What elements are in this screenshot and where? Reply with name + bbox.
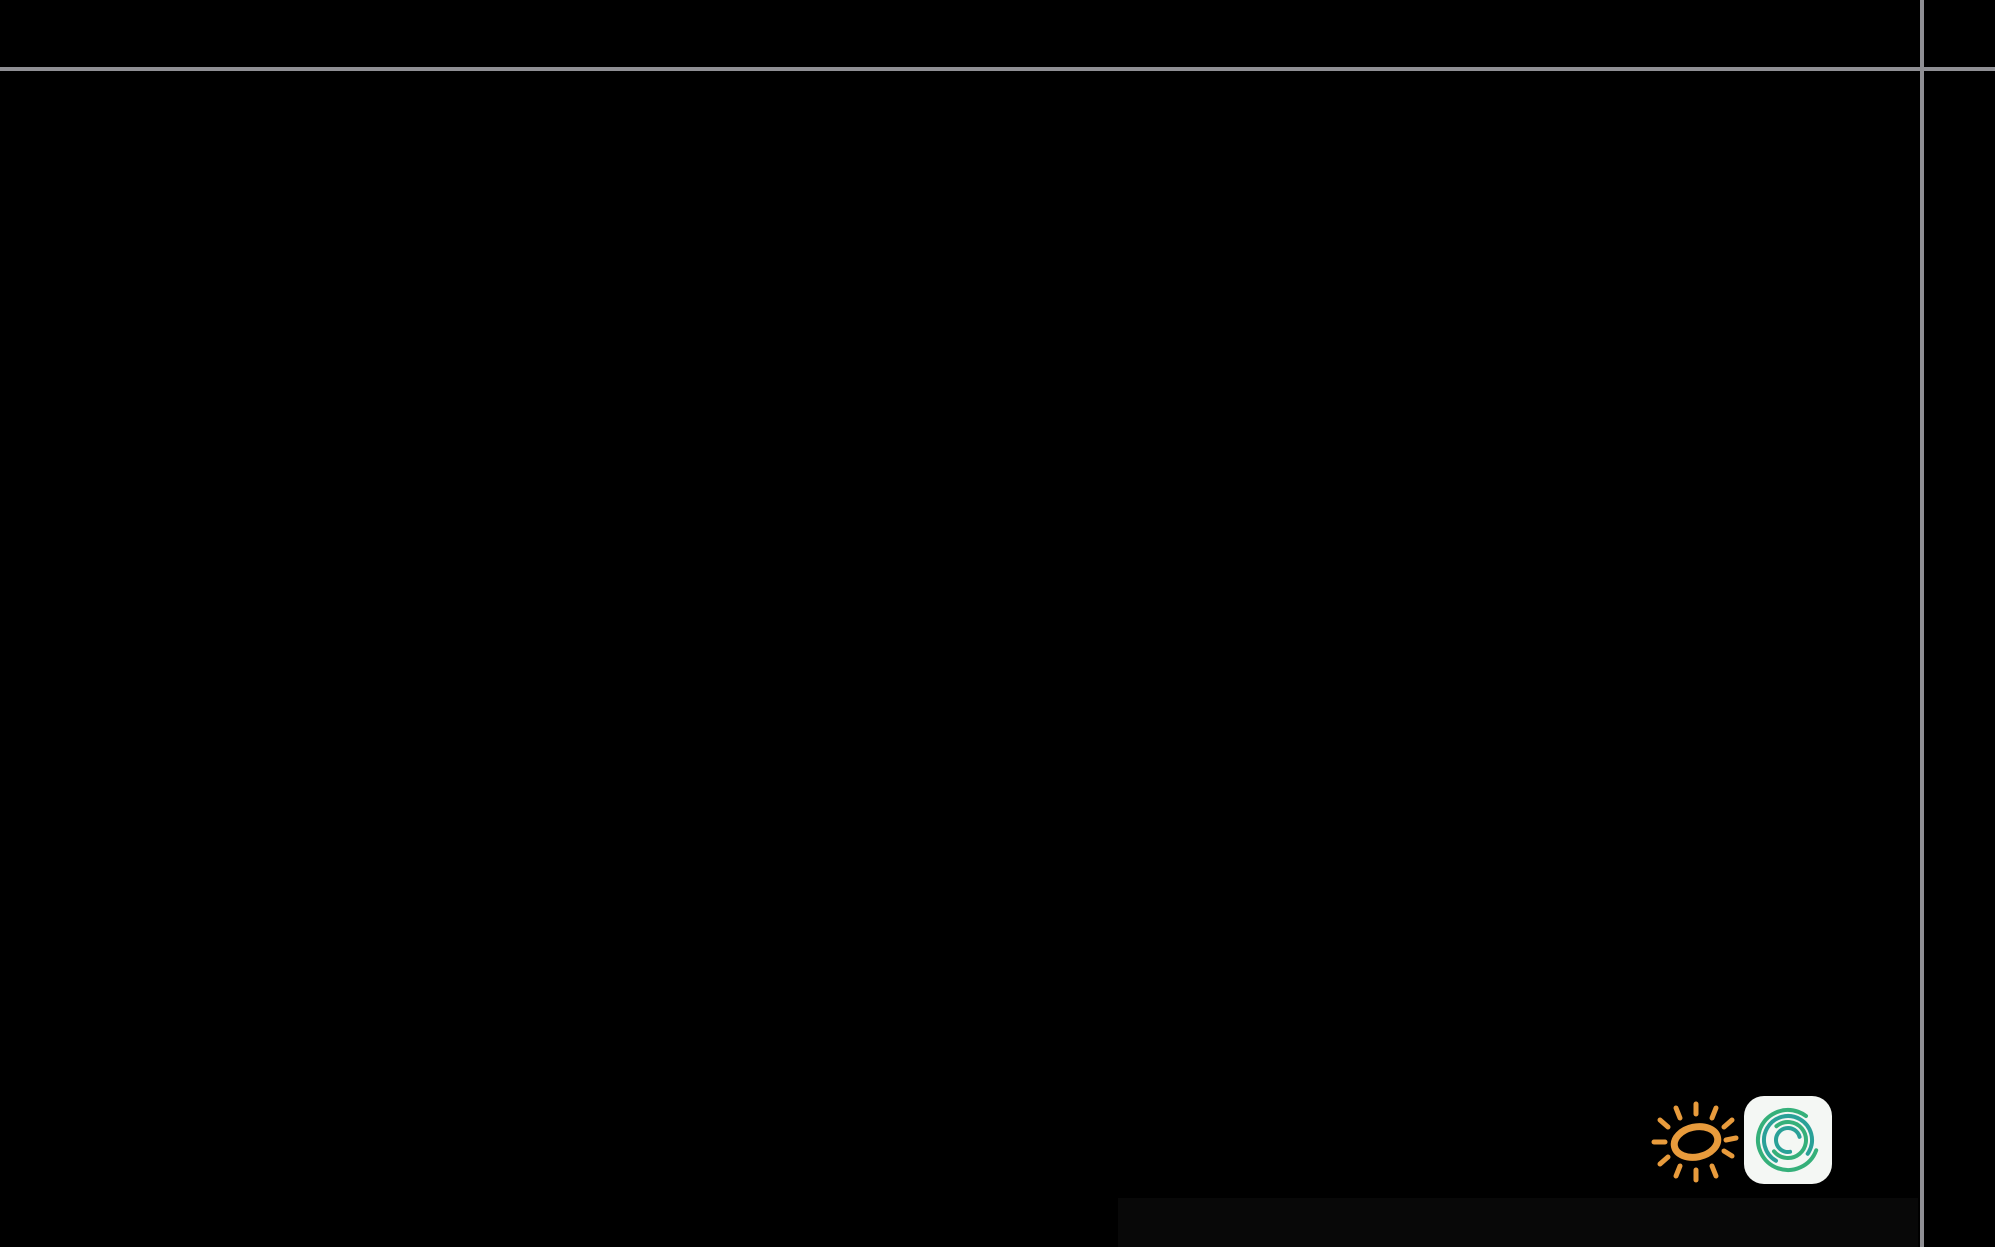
top-cross-section-strip [0, 0, 1920, 67]
radar-screen [0, 0, 1995, 1247]
right-strip-baseline [1920, 0, 1924, 1247]
right-cross-section-strip [1924, 0, 1995, 1247]
cross-section-axis-corner [1924, 0, 1995, 67]
metnet-logo [1646, 1094, 1834, 1186]
hungary-map-svg [0, 67, 1920, 1247]
metnet-app-icon [1744, 1096, 1832, 1184]
sun-icon [1651, 1101, 1739, 1183]
top-strip-baseline [0, 67, 1995, 71]
dbz-legend [1118, 1198, 1918, 1247]
radar-map [0, 67, 1920, 1247]
